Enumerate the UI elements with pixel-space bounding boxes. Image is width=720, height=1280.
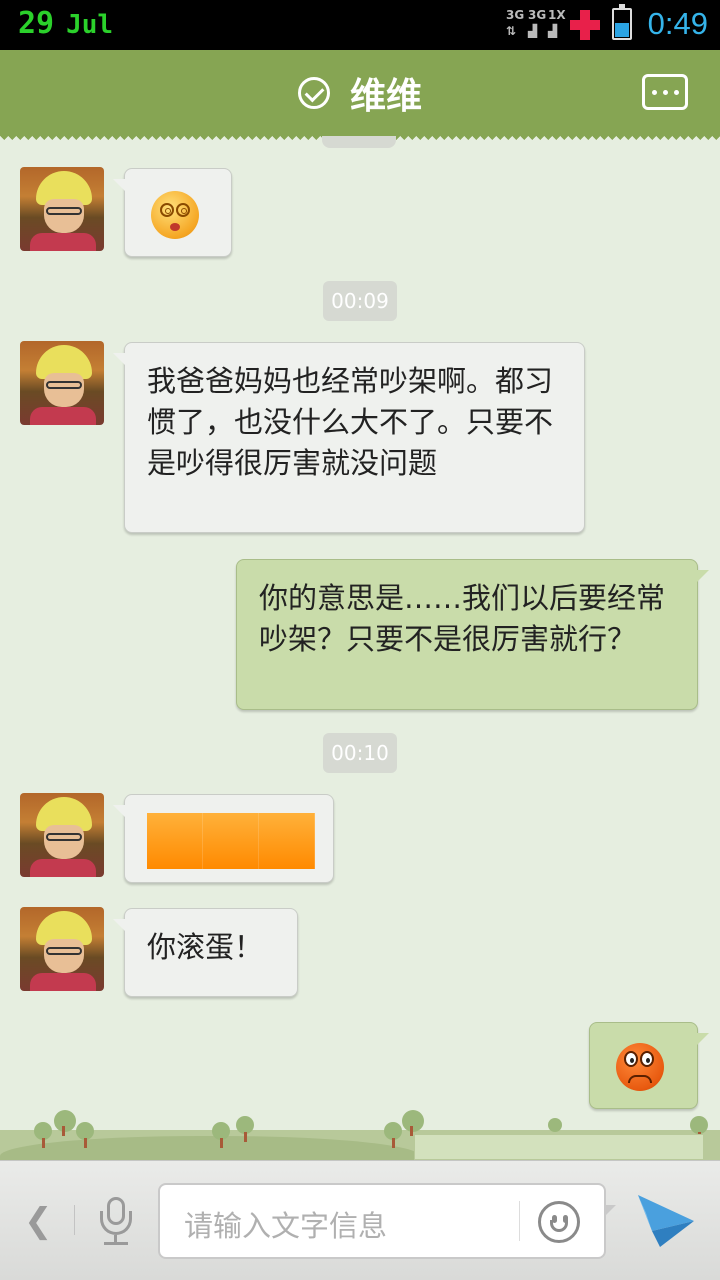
status-time: 0:49 bbox=[647, 6, 708, 41]
net-label-2: 3G bbox=[528, 8, 547, 22]
status-date-month: Jul bbox=[66, 10, 114, 40]
chat-title: 维维 bbox=[349, 76, 422, 117]
contact-avatar[interactable] bbox=[20, 793, 104, 877]
landscape-decoration bbox=[0, 1100, 720, 1160]
send-paper-plane-icon[interactable] bbox=[638, 1195, 694, 1247]
network-signal-icon: 3G 3G 1X ⇅ ▟ ▟ bbox=[506, 8, 566, 38]
tree-icon bbox=[384, 1122, 402, 1148]
message-text: 我爸爸妈妈也经常吵架啊。都习惯了，也没什么大不了。只要不是吵得很厉害就没问题 bbox=[147, 364, 554, 480]
divider bbox=[519, 1201, 520, 1241]
net-label-1: 3G bbox=[506, 8, 525, 22]
dizzy-face-icon bbox=[151, 191, 199, 239]
message-image[interactable] bbox=[147, 813, 315, 869]
chevron-left-icon[interactable]: ❮ bbox=[24, 1201, 53, 1241]
tree-icon bbox=[54, 1110, 76, 1136]
more-dots-icon bbox=[651, 89, 657, 95]
battery-icon bbox=[612, 4, 632, 40]
message-bubble-outgoing[interactable] bbox=[589, 1022, 709, 1109]
input-bar: ❮ 请输入文字信息 bbox=[0, 1160, 720, 1280]
message-text: 你的意思是……我们以后要经常吵架？只要不是很厉害就行？ bbox=[259, 581, 666, 656]
angry-face-icon bbox=[616, 1043, 664, 1091]
tree-icon bbox=[690, 1116, 708, 1142]
message-bubble-incoming[interactable] bbox=[113, 794, 334, 883]
message-input[interactable]: 请输入文字信息 bbox=[158, 1183, 616, 1259]
title-wrap: 维维 bbox=[0, 50, 720, 136]
tree-icon bbox=[212, 1122, 230, 1148]
status-date-day: 29 bbox=[18, 6, 55, 41]
more-button[interactable] bbox=[642, 74, 688, 110]
message-bubble-incoming[interactable]: 我爸爸妈妈也经常吵架啊。都习惯了，也没什么大不了。只要不是吵得很厉害就没问题 bbox=[113, 342, 585, 533]
message-input-placeholder: 请输入文字信息 bbox=[184, 1209, 388, 1243]
tree-icon bbox=[548, 1118, 562, 1144]
tree-icon bbox=[402, 1110, 424, 1136]
tree-icon bbox=[76, 1122, 94, 1148]
message-bubble-incoming[interactable]: 你滚蛋！ bbox=[113, 908, 298, 997]
message-timestamp: 00:09 bbox=[323, 281, 397, 321]
contact-avatar[interactable] bbox=[20, 907, 104, 991]
tree-icon bbox=[34, 1122, 52, 1148]
chat-header: 维维 bbox=[0, 50, 720, 144]
bubble-shadow bbox=[414, 1134, 704, 1160]
message-list[interactable]: 00:09 我爸爸妈妈也经常吵架啊。都习惯了，也没什么大不了。只要不是吵得很厉害… bbox=[0, 136, 720, 1160]
tree-icon bbox=[236, 1116, 254, 1142]
divider bbox=[74, 1205, 75, 1235]
message-bubble-outgoing[interactable]: 你的意思是……我们以后要经常吵架？只要不是很厉害就行？ bbox=[236, 559, 709, 710]
contact-avatar[interactable] bbox=[20, 167, 104, 251]
check-circle-icon bbox=[297, 77, 330, 109]
message-timestamp: 00:10 bbox=[323, 733, 397, 773]
scroll-indicator bbox=[322, 136, 396, 148]
microphone-icon[interactable] bbox=[98, 1197, 134, 1247]
battery-level bbox=[615, 23, 629, 37]
message-text: 你滚蛋！ bbox=[147, 930, 264, 964]
smiley-icon[interactable] bbox=[538, 1201, 580, 1243]
message-bubble-incoming[interactable] bbox=[113, 168, 232, 257]
net-label-3: 1X bbox=[548, 8, 566, 22]
contact-avatar[interactable] bbox=[20, 341, 104, 425]
status-date: 29 Jul bbox=[18, 6, 113, 41]
medical-cross-icon bbox=[570, 10, 600, 40]
status-bar: 29 Jul 3G 3G 1X ⇅ ▟ ▟ 0:49 bbox=[0, 0, 720, 50]
